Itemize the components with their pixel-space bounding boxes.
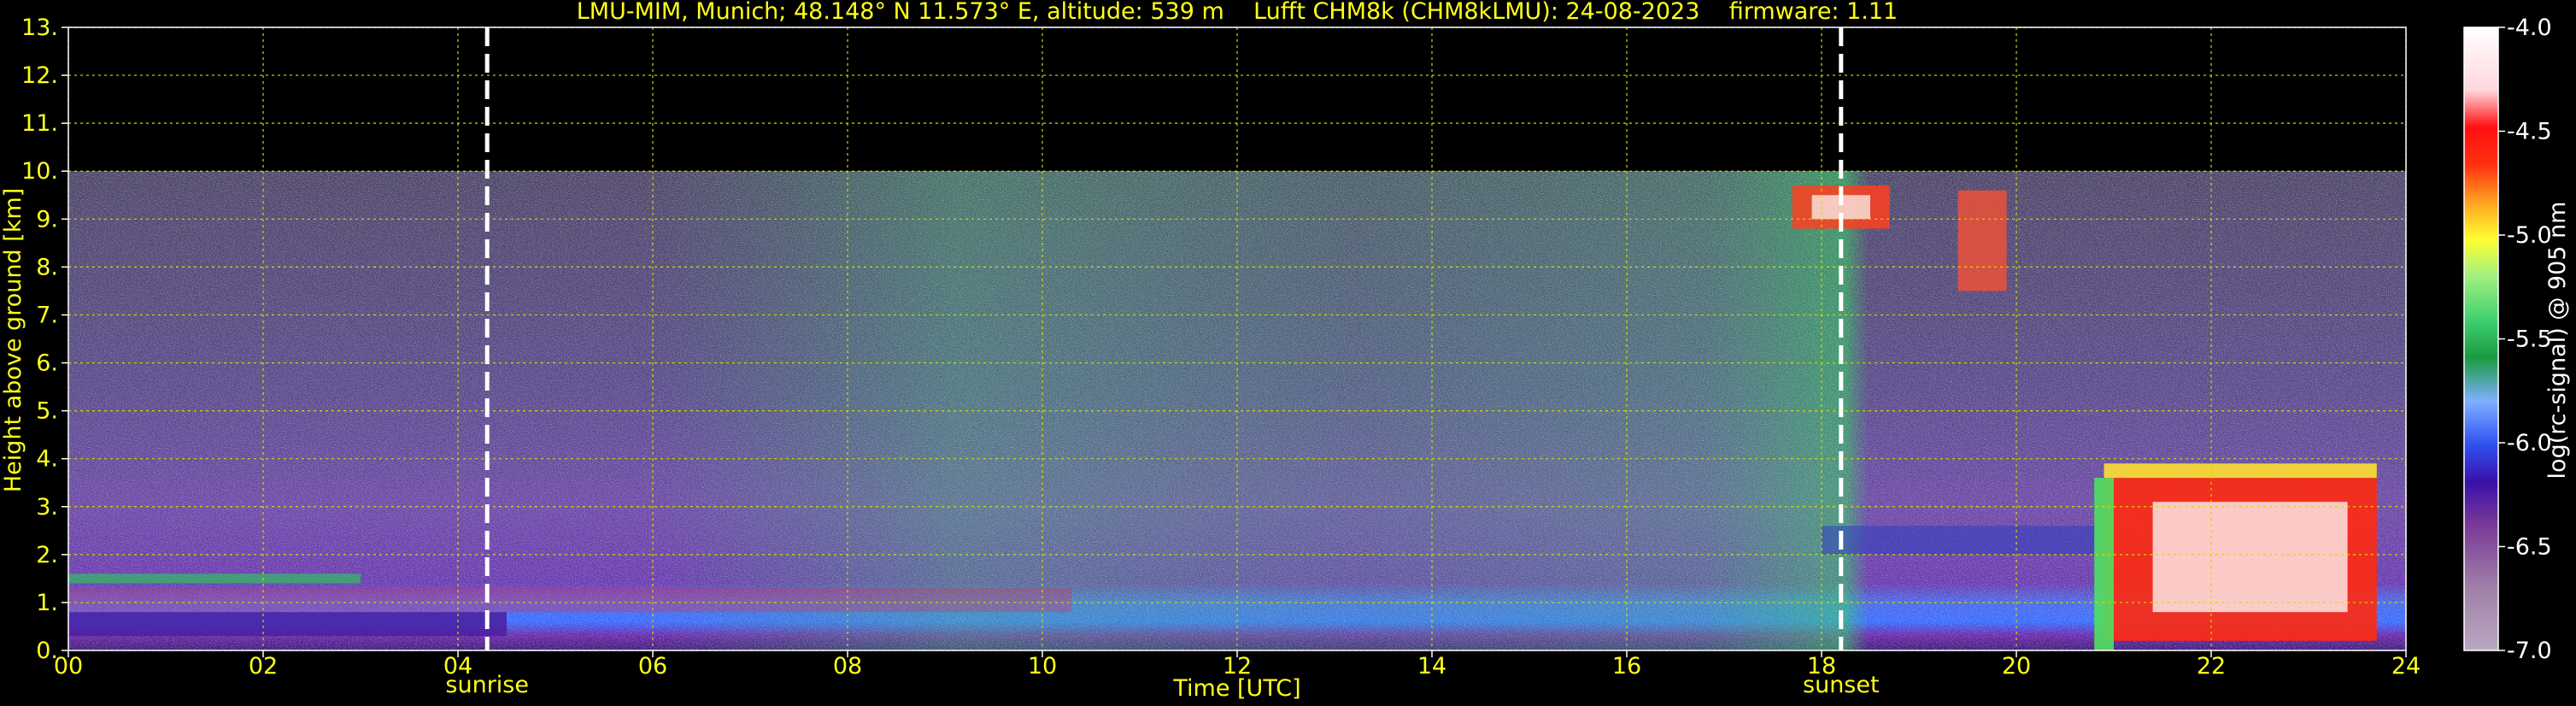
x-tick-label: 02 <box>249 653 278 680</box>
x-tick-label: 18 <box>1807 653 1836 680</box>
x-tick-label: 10 <box>1028 653 1057 680</box>
y-tick-label: 8. <box>36 254 58 280</box>
x-axis-label: Time [UTC] <box>1172 675 1300 702</box>
evening-layer-band <box>1822 526 2095 555</box>
y-tick-label: 11. <box>21 110 58 137</box>
y-tick-label: 2. <box>36 542 58 568</box>
chart-title: LMU-MIM, Munich; 48.148° N 11.573° E, al… <box>577 0 1898 25</box>
y-axis-label: Height above ground [km] <box>0 188 26 492</box>
cirrus-fallstreak <box>1957 190 2007 291</box>
y-tick-label: 7. <box>36 302 58 328</box>
aerosol-layer-band <box>68 588 1072 613</box>
x-tick-label: 08 <box>833 653 862 680</box>
colorbar-label: log(rc-signal) @ 905 nm <box>2544 202 2571 479</box>
colorbar-tick-label: -6.5 <box>2507 534 2552 561</box>
colorbar-gradient <box>2464 27 2498 650</box>
x-tick-label: 14 <box>1417 653 1446 680</box>
y-tick-label: 6. <box>36 350 58 377</box>
x-tick-label: 22 <box>2197 653 2226 680</box>
y-tick-label: 4. <box>36 446 58 473</box>
colorbar-tick-label: -4.5 <box>2507 119 2552 145</box>
ceilometer-backscatter-chart: sunrise sunset 00 02 04 06 08 10 12 14 16 18 20 22 24… <box>0 0 2571 702</box>
colorbar-tick-label: -4.0 <box>2507 15 2552 41</box>
low-cloud-top-edge <box>2104 463 2377 479</box>
y-tick-label: 0. <box>36 638 58 664</box>
y-tick-label: 12. <box>21 62 58 89</box>
x-tick-label: 16 <box>1612 653 1641 680</box>
y-tick-label: 13. <box>21 15 58 41</box>
x-tick-label: 06 <box>638 653 667 680</box>
y-tick-label: 10. <box>21 158 58 185</box>
y-tick-label: 5. <box>36 398 58 425</box>
residual-layer-band <box>68 574 361 584</box>
colorbar-tick-label: -7.0 <box>2507 638 2552 664</box>
y-tick-label: 9. <box>36 206 58 232</box>
low-cloud-core <box>2152 502 2348 613</box>
colorbar: -7.0-6.5-6.0-5.5-5.0-4.5-4.0 <box>2463 15 2552 664</box>
y-tick-label: 1. <box>36 590 58 616</box>
x-tick-label: 04 <box>443 653 472 680</box>
x-tick-label: 24 <box>2391 653 2421 680</box>
y-tick-label: 3. <box>36 494 58 521</box>
low-cloud-left-edge <box>2094 478 2114 650</box>
x-tick-label: 20 <box>2002 653 2031 680</box>
boundary-layer-band <box>68 612 507 637</box>
